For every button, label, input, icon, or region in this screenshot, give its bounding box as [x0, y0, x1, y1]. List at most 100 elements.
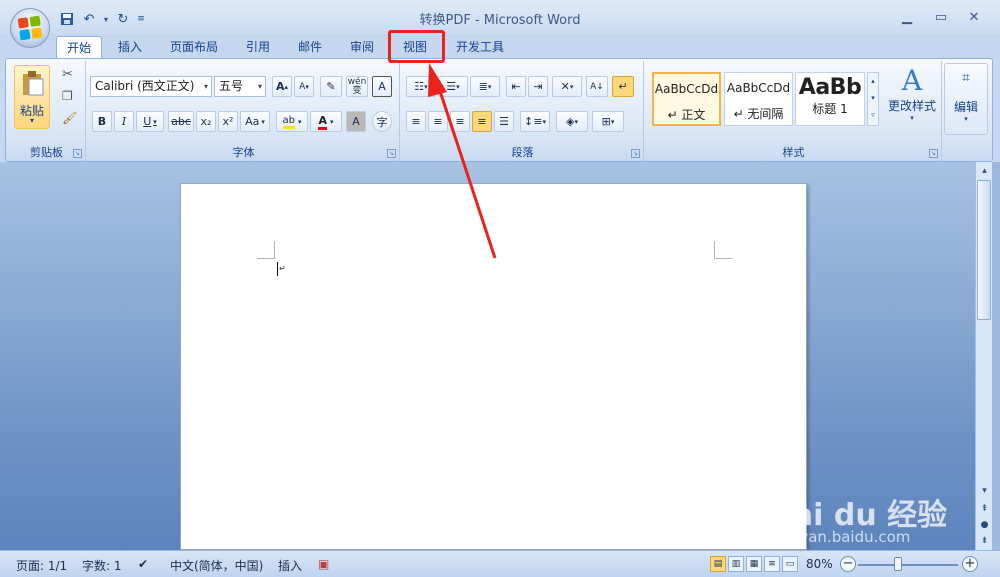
char-border-button[interactable]: A [372, 76, 392, 97]
change-styles-button[interactable]: A 更改样式 ▾ [886, 65, 938, 135]
print-layout-view-icon[interactable]: ▤ [710, 556, 726, 572]
tab-review[interactable]: 审阅 [340, 36, 384, 58]
editing-label: 编辑 [953, 100, 978, 114]
change-styles-label: 更改样式 [887, 99, 936, 113]
style-name: ↵ 无间隔 [733, 107, 784, 121]
styles-gallery-scroll[interactable]: ▴ ▾ ▿ [867, 72, 879, 126]
enclose-char-icon: 字 [376, 115, 388, 129]
decrease-indent-button[interactable]: ⇤ [506, 76, 526, 97]
numbering-icon: ☰ [446, 80, 457, 93]
align-left-button[interactable]: ≡ [406, 111, 426, 132]
chevron-down-icon: ▾ [203, 82, 208, 91]
increase-indent-button[interactable]: ⇥ [528, 76, 548, 97]
shading-button[interactable]: ◈ ▾ [556, 111, 588, 132]
numbering-button[interactable]: ☰ ▾ [438, 76, 468, 97]
font-launcher-icon[interactable]: ↘ [387, 149, 396, 158]
highlight-button[interactable]: ab ▾ [276, 111, 308, 132]
multilevel-list-button[interactable]: ≣ ▾ [470, 76, 500, 97]
paragraph-launcher-icon[interactable]: ↘ [631, 149, 640, 158]
tab-references[interactable]: 引用 [236, 36, 280, 58]
underline-icon: U [143, 115, 152, 128]
highlight-icon: ab [282, 115, 295, 129]
tab-developer[interactable]: 开发工具 [446, 36, 514, 58]
scroll-up-icon[interactable]: ▴ [977, 164, 992, 179]
macro-record-icon[interactable]: ▣ [318, 557, 329, 571]
change-case-button[interactable]: Aa ▾ [240, 111, 270, 132]
watermark-url: jingyan.baidu.com [772, 528, 911, 546]
editing-button[interactable]: ⌗ 编辑 ▾ [944, 63, 988, 135]
draft-view-icon[interactable]: ▭ [782, 556, 798, 572]
zoom-out-icon[interactable]: − [840, 556, 856, 572]
bold-button[interactable]: B [92, 111, 112, 132]
italic-button[interactable]: I [114, 111, 134, 132]
close-icon[interactable]: ✕ [963, 8, 985, 26]
style-normal[interactable]: AaBbCcDd ↵ 正文 [652, 72, 721, 126]
bullets-button[interactable]: ☷ ▾ [406, 76, 436, 97]
subscript-button[interactable]: x₂ [196, 111, 216, 132]
style-sample: AaBbCcDd [726, 81, 791, 95]
web-layout-icon[interactable]: ▦ [746, 556, 762, 572]
tab-home[interactable]: 开始 [56, 36, 103, 58]
chevron-down-icon: ▾ [964, 115, 968, 123]
strikethrough-button[interactable]: abc [168, 111, 194, 132]
status-bar: 页面: 1/1 字数: 1 ✔ 中文(简体，中国) 插入 ▣ ▤ ▥ ▦ ≡ ▭… [0, 550, 1000, 577]
scroll-thumb[interactable] [977, 180, 991, 320]
zoom-level[interactable]: 80% [806, 557, 833, 571]
zoom-in-icon[interactable]: + [962, 556, 978, 572]
ribbon-tabs: 开始 插入 页面布局 引用 邮件 审阅 视图 开发工具 ? [0, 34, 1000, 86]
cut-icon[interactable]: ✂ [62, 67, 73, 82]
distributed-button[interactable]: ☰ [494, 111, 514, 132]
style-heading-1[interactable]: AaBb 标题 1 [795, 72, 865, 126]
char-shading-button[interactable]: A [346, 111, 366, 132]
asian-layout-button[interactable]: ✕ ▾ [552, 76, 582, 97]
justify-button[interactable]: ≡ [472, 111, 492, 132]
outline-view-icon[interactable]: ≡ [764, 556, 780, 572]
minimize-icon[interactable]: ▁ [896, 8, 918, 26]
enclose-char-button[interactable]: 字 [372, 111, 392, 132]
previous-page-icon[interactable]: ⇞ [977, 502, 992, 517]
copy-icon[interactable]: ❐ [62, 89, 73, 103]
style-no-spacing[interactable]: AaBbCcDd ↵ 无间隔 [724, 72, 793, 126]
font-size-select[interactable]: 五号 ▾ [214, 76, 266, 97]
browse-object-icon[interactable]: ● [977, 518, 992, 533]
shrink-font-button[interactable]: A ▾ [294, 76, 314, 97]
proofing-icon[interactable]: ✔ [138, 557, 148, 571]
borders-button[interactable]: ⊞ ▾ [592, 111, 624, 132]
align-right-button[interactable]: ≡ [450, 111, 470, 132]
paste-button[interactable]: 粘贴 ▾ [14, 65, 50, 129]
clear-format-button[interactable]: ✎ [320, 76, 342, 97]
grow-font-button[interactable]: A ▴ [272, 76, 292, 97]
view-tab-highlight-box [388, 30, 445, 63]
scroll-down-icon[interactable]: ▾ [977, 484, 992, 499]
tab-mailings[interactable]: 邮件 [288, 36, 332, 58]
font-name-select[interactable]: Calibri (西文正文) ▾ [90, 76, 212, 97]
font-color-button[interactable]: A ▾ [310, 111, 342, 132]
tab-insert[interactable]: 插入 [108, 36, 152, 58]
phonetic-guide-button[interactable]: wén 变 [346, 76, 368, 97]
show-marks-button[interactable]: ↵ [612, 76, 634, 97]
sort-button[interactable]: A↓ [586, 76, 608, 97]
language-status[interactable]: 中文(简体，中国) [170, 557, 263, 574]
zoom-slider-track[interactable] [858, 564, 958, 566]
vertical-scrollbar[interactable]: ▴ ▾ ⇞ ● ⇟ [975, 162, 992, 550]
word-count[interactable]: 字数: 1 [82, 557, 122, 574]
format-painter-icon[interactable]: 🖌 [62, 111, 77, 125]
decrease-indent-icon: ⇤ [511, 80, 521, 93]
tab-page-layout[interactable]: 页面布局 [160, 36, 228, 58]
align-center-button[interactable]: ≡ [428, 111, 448, 132]
styles-launcher-icon[interactable]: ↘ [929, 149, 938, 158]
document-page[interactable]: ↵ [180, 183, 807, 550]
zoom-slider-thumb[interactable] [894, 557, 902, 571]
insert-mode-status[interactable]: 插入 [278, 557, 302, 574]
page-count[interactable]: 页面: 1/1 [16, 557, 67, 574]
maximize-icon[interactable]: ▭ [930, 8, 952, 26]
next-page-icon[interactable]: ⇟ [977, 534, 992, 549]
superscript-button[interactable]: x² [218, 111, 238, 132]
line-spacing-icon: ↕≡ [524, 115, 543, 128]
style-sample: AaBb [798, 75, 862, 100]
line-spacing-button[interactable]: ↕≡ ▾ [520, 111, 550, 132]
underline-button[interactable]: U ▾ [136, 111, 164, 132]
clipboard-launcher-icon[interactable]: ↘ [73, 149, 82, 158]
full-screen-reading-icon[interactable]: ▥ [728, 556, 744, 572]
office-button[interactable] [10, 8, 50, 48]
